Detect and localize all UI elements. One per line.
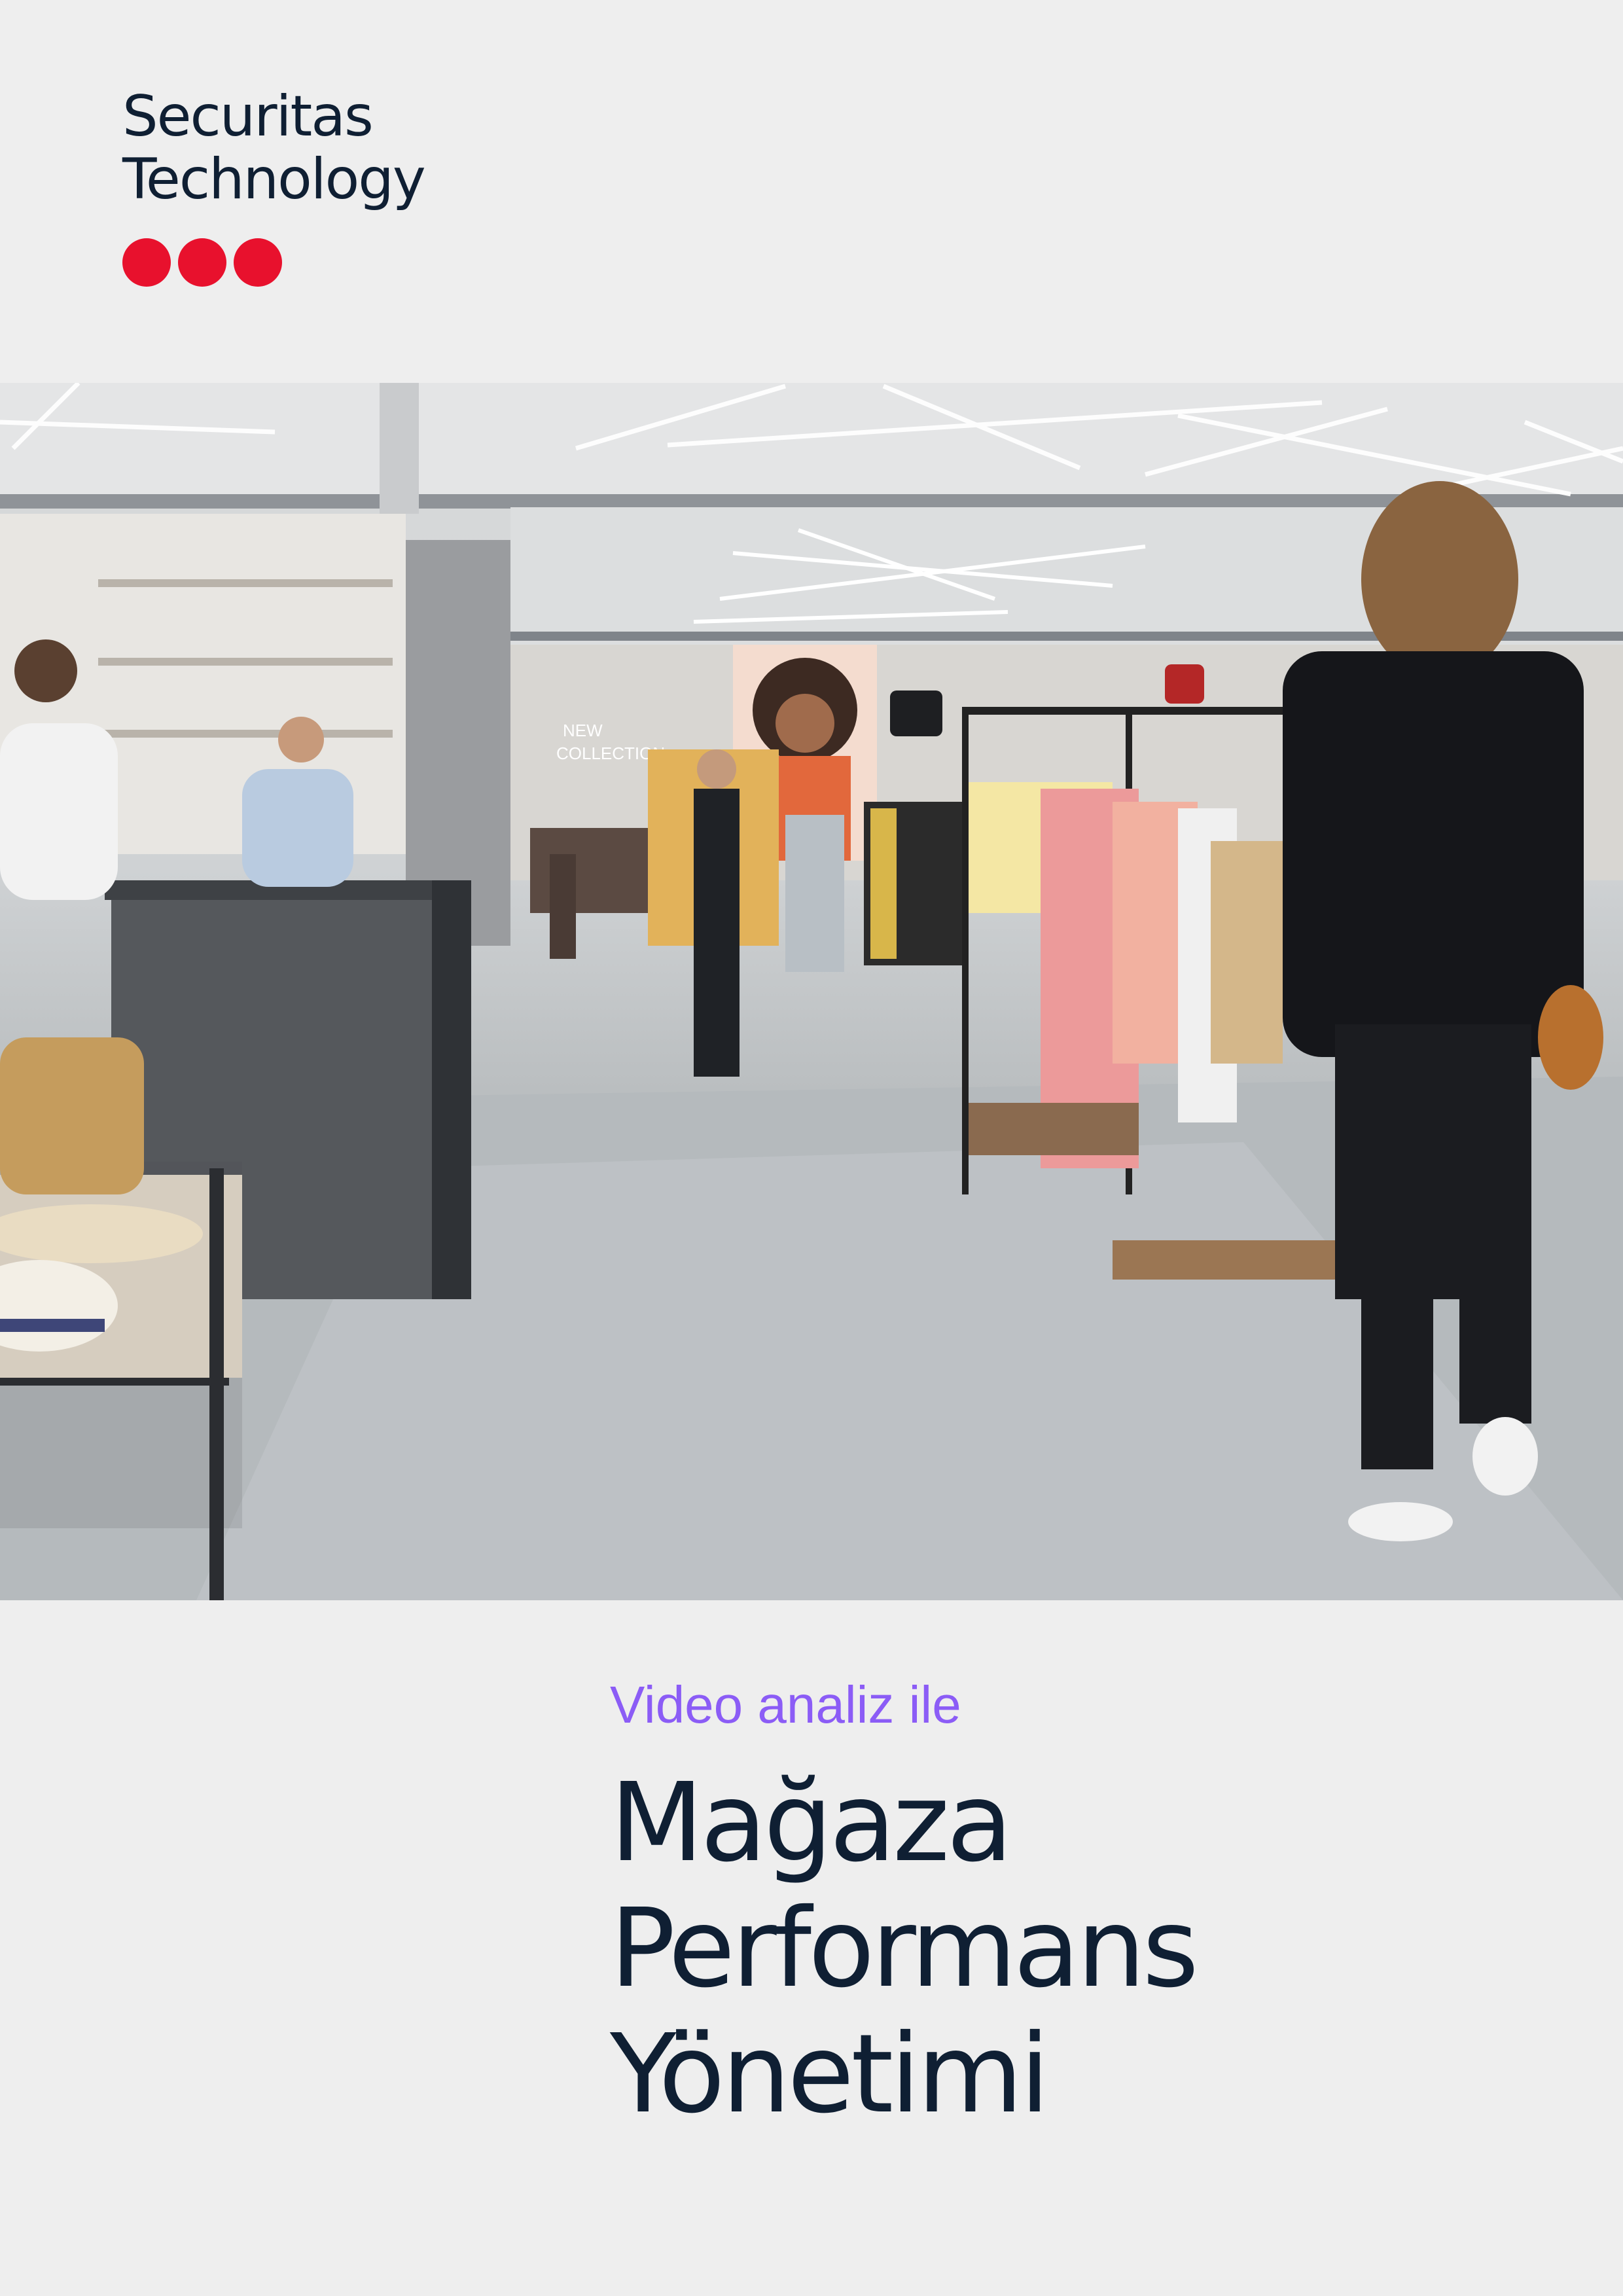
title-line-1: Mağaza (610, 1760, 1013, 1886)
brand-name-line1: Securitas (122, 84, 374, 149)
cover-subtitle: Video analiz ile (610, 1676, 961, 1734)
brand-dot (234, 238, 282, 287)
signage-new: NEW (563, 721, 603, 740)
title-line-2: Performans (610, 1886, 1199, 2012)
title-line-3: Yönetimi (610, 2011, 1050, 2138)
brand-dot (178, 238, 226, 287)
brand-dot (122, 238, 171, 287)
store-photo: NEW COLLECTION (0, 383, 1623, 1600)
cover-title: Mağaza Performans Yönetimi (610, 1760, 1199, 2138)
brand-name-line2: Technology (122, 147, 426, 212)
brand-dots (122, 238, 425, 287)
brand-logo: Securitas Technology (122, 84, 426, 287)
